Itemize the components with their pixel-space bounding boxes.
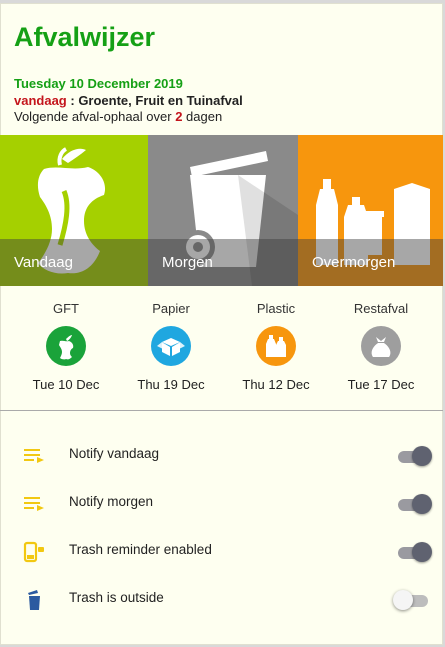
collection-date: Thu 12 Dec	[242, 377, 310, 392]
trash-reminder-toggle[interactable]	[396, 542, 432, 562]
section-divider	[0, 410, 443, 411]
setting-label: Notify vandaag	[69, 446, 160, 461]
toggle-knob	[412, 494, 432, 514]
notify-list-icon	[24, 449, 44, 463]
tile-morgen[interactable]: Morgen	[148, 135, 298, 286]
today-collection: vandaag : Groente, Fruit en Tuinafval	[14, 93, 243, 108]
phone-reminder-icon	[23, 541, 44, 563]
tile-overmorgen[interactable]: Overmorgen	[298, 135, 443, 286]
setting-notify-vandaag: Notify vandaag	[0, 435, 443, 475]
toggle-knob	[412, 542, 432, 562]
setting-label: Notify morgen	[69, 494, 154, 509]
collection-date: Thu 19 Dec	[137, 377, 205, 392]
setting-label: Trash is outside	[69, 590, 164, 605]
trash-can-icon	[28, 590, 40, 610]
apple-icon	[46, 326, 86, 366]
schedule-item-plastic: Plastic Thu 12 Dec	[224, 296, 328, 392]
today-value: Groente, Fruit en Tuinafval	[78, 93, 243, 108]
box-icon	[151, 326, 191, 366]
schedule-item-restafval: Restafval Tue 17 Dec	[329, 296, 433, 392]
collection-schedule: GFT Tue 10 Dec Papier Thu 19 Dec Plastic	[0, 296, 443, 396]
tile-label: Morgen	[162, 254, 213, 271]
setting-trash-outside: Trash is outside	[0, 579, 443, 619]
waste-type-name: GFT	[53, 301, 79, 316]
setting-notify-morgen: Notify morgen	[0, 483, 443, 523]
setting-label: Trash reminder enabled	[69, 542, 212, 557]
page-title: Afvalwijzer	[14, 22, 156, 52]
tile-label: Vandaag	[14, 254, 73, 271]
trash-bag-icon	[361, 326, 401, 366]
next-suffix: dagen	[182, 109, 223, 124]
trash-outside-toggle[interactable]	[393, 590, 432, 610]
collection-tiles: Vandaag Morgen Overmorgen	[0, 135, 443, 286]
today-separator: :	[66, 93, 79, 108]
setting-trash-reminder: Trash reminder enabled	[0, 531, 443, 571]
waste-type-name: Restafval	[353, 301, 409, 316]
schedule-item-gft: GFT Tue 10 Dec	[14, 296, 118, 392]
today-prefix: vandaag	[14, 93, 67, 108]
waste-type-name: Plastic	[256, 301, 296, 316]
notify-morgen-toggle[interactable]	[396, 494, 432, 514]
current-date: Tuesday 10 December 2019	[14, 76, 183, 91]
collection-date: Tue 10 Dec	[32, 377, 100, 392]
toggle-knob	[393, 590, 413, 610]
tile-label: Overmorgen	[312, 254, 396, 271]
collection-date: Tue 17 Dec	[347, 377, 415, 392]
tile-vandaag[interactable]: Vandaag	[0, 135, 148, 286]
waste-type-name: Papier	[152, 301, 190, 316]
toggle-knob	[412, 446, 432, 466]
next-collection: Volgende afval-ophaal over 2 dagen	[14, 109, 222, 124]
notify-vandaag-toggle[interactable]	[396, 446, 432, 466]
notify-list-icon	[24, 497, 44, 511]
next-prefix: Volgende afval-ophaal over	[14, 109, 176, 124]
schedule-item-papier: Papier Thu 19 Dec	[119, 296, 223, 392]
bottles-icon	[256, 326, 296, 366]
